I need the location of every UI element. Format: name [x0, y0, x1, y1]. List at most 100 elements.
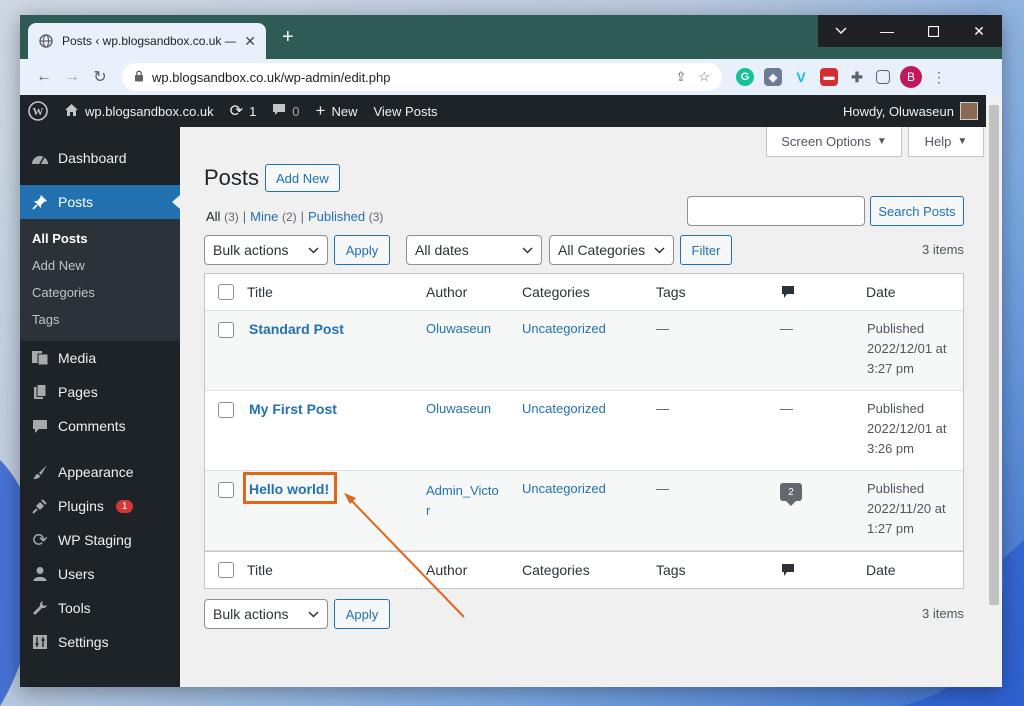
row-checkbox[interactable] [218, 482, 234, 498]
post-status-filters: All (3) | Mine (2) | Published (3) [206, 209, 383, 224]
filter-published[interactable]: Published (3) [308, 209, 383, 224]
side-panel-icon[interactable] [876, 70, 890, 84]
select-all-checkbox[interactable] [218, 284, 234, 300]
url-text: wp.blogsandbox.co.uk/wp-admin/edit.php [152, 69, 391, 85]
puzzle-extensions-icon[interactable]: ✚ [848, 68, 866, 86]
post-comments: — [780, 321, 793, 336]
admin-bar-account[interactable]: Howdy, Oluwaseun [835, 95, 986, 127]
categories-filter-select[interactable]: All Categories [549, 235, 674, 265]
select-all-checkbox-bottom[interactable] [218, 562, 234, 578]
admin-bar-comments[interactable]: 0 [264, 95, 307, 127]
column-title-footer[interactable]: Title [247, 562, 273, 578]
column-title[interactable]: Title [247, 284, 273, 300]
column-date-footer[interactable]: Date [866, 562, 896, 578]
bulk-actions-select-bottom[interactable]: Bulk actions [204, 599, 328, 629]
minimize-icon[interactable]: — [864, 15, 910, 47]
filter-button[interactable]: Filter [680, 235, 732, 265]
sidebar-item-label: Plugins [58, 498, 104, 514]
share-icon[interactable]: ⇪ [675, 69, 686, 85]
bookmark-star-icon[interactable]: ☆ [698, 69, 710, 85]
column-author: Author [426, 284, 468, 300]
post-author[interactable]: Oluwaseun [426, 401, 491, 416]
scrollbar-thumb[interactable] [989, 105, 999, 605]
column-date[interactable]: Date [866, 284, 896, 300]
column-categories: Categories [522, 284, 590, 300]
red-extension-icon[interactable]: ▬ [820, 68, 838, 86]
grammarly-icon[interactable]: G [736, 68, 754, 86]
sidebar-item-dashboard[interactable]: Dashboard [20, 141, 180, 175]
profile-avatar[interactable]: B [900, 66, 922, 88]
screen-options-button[interactable]: Screen Options ▼ [766, 127, 902, 157]
reload-icon[interactable]: ↻ [86, 63, 114, 91]
screen-options-label: Screen Options [781, 134, 871, 149]
post-title-link[interactable]: My First Post [249, 401, 337, 417]
settings-icon [30, 634, 50, 650]
forward-icon[interactable]: → [58, 63, 86, 91]
post-author[interactable]: Oluwaseun [426, 321, 491, 336]
filter-mine[interactable]: Mine (2) [250, 209, 296, 224]
apply-button-bottom[interactable]: Apply [334, 599, 390, 629]
filter-all[interactable]: All (3) [206, 209, 239, 224]
page-scrollbar[interactable] [986, 95, 1002, 687]
new-tab-icon[interactable]: + [282, 27, 294, 47]
sidebar-item-label: Dashboard [58, 150, 127, 166]
admin-bar-new[interactable]: + New [308, 95, 366, 127]
search-posts-button[interactable]: Search Posts [870, 196, 964, 226]
submenu-tags[interactable]: Tags [20, 306, 180, 333]
sidebar-item-plugins[interactable]: Plugins 1 [20, 489, 180, 523]
post-category[interactable]: Uncategorized [522, 321, 606, 336]
window-controls: — ✕ [818, 15, 1002, 47]
filter-separator: | [300, 209, 305, 224]
admin-bar-view-posts[interactable]: View Posts [365, 95, 445, 127]
plus-icon: + [315, 101, 326, 120]
submenu-categories[interactable]: Categories [20, 279, 180, 306]
post-category[interactable]: Uncategorized [522, 401, 606, 416]
comment-column-icon[interactable] [781, 563, 795, 580]
admin-bar-site[interactable]: wp.blogsandbox.co.uk [56, 95, 222, 127]
dates-filter-select[interactable]: All dates [406, 235, 542, 265]
search-posts-input[interactable] [687, 196, 865, 226]
help-button[interactable]: Help ▼ [908, 127, 984, 157]
sidebar-item-wp-staging[interactable]: ⟳ WP Staging [20, 523, 180, 557]
vimeo-icon[interactable]: V [792, 68, 810, 86]
row-checkbox[interactable] [218, 402, 234, 418]
post-title-link[interactable]: Standard Post [249, 321, 344, 337]
sidebar-item-posts[interactable]: Posts [20, 185, 180, 219]
sidebar-item-label: Appearance [58, 464, 134, 480]
sidebar-item-media[interactable]: Media [20, 341, 180, 375]
add-new-button[interactable]: Add New [265, 164, 340, 192]
wp-admin-bar: W wp.blogsandbox.co.uk ⟳ 1 0 + New View … [20, 95, 986, 127]
sidebar-item-users[interactable]: Users [20, 557, 180, 591]
shield-extension-icon[interactable]: ◈ [764, 68, 782, 86]
admin-bar-updates[interactable]: ⟳ 1 [222, 95, 265, 127]
comment-count-bubble[interactable]: 2 [780, 483, 802, 506]
wp-logo-icon[interactable]: W [20, 95, 56, 127]
sidebar-item-tools[interactable]: Tools [20, 591, 180, 625]
url-field[interactable]: wp.blogsandbox.co.uk/wp-admin/edit.php ⇪… [122, 63, 722, 91]
sidebar-item-label: Media [58, 350, 97, 366]
sidebar-item-label: Users [58, 566, 95, 582]
apply-button-top[interactable]: Apply [334, 235, 390, 265]
comment-column-icon[interactable] [781, 285, 795, 302]
tab-search-icon[interactable] [818, 15, 864, 47]
row-checkbox[interactable] [218, 322, 234, 338]
browser-menu-icon[interactable]: ⋮ [932, 69, 946, 86]
updates-count: 1 [249, 103, 257, 119]
submenu-add-new[interactable]: Add New [20, 252, 180, 279]
back-icon[interactable]: ← [30, 63, 58, 91]
sidebar-item-appearance[interactable]: Appearance [20, 455, 180, 489]
admin-sidebar: Dashboard Posts All Posts Add New Catego… [20, 127, 180, 687]
bulk-actions-select-top[interactable]: Bulk actions [204, 235, 328, 265]
submenu-all-posts[interactable]: All Posts [20, 225, 180, 252]
table-row: Hello world! Admin_Victo r Uncategorized… [205, 471, 963, 551]
sidebar-item-pages[interactable]: Pages [20, 375, 180, 409]
maximize-icon[interactable] [910, 15, 956, 47]
post-category[interactable]: Uncategorized [522, 481, 606, 496]
sidebar-item-comments[interactable]: Comments [20, 409, 180, 443]
post-author[interactable]: Admin_Victo r [426, 481, 499, 521]
sidebar-item-settings[interactable]: Settings [20, 625, 180, 659]
browser-tab[interactable]: Posts ‹ wp.blogsandbox.co.uk — ✕ [28, 23, 266, 59]
close-window-icon[interactable]: ✕ [956, 15, 1002, 47]
help-label: Help [924, 134, 952, 149]
close-tab-icon[interactable]: ✕ [244, 33, 256, 50]
